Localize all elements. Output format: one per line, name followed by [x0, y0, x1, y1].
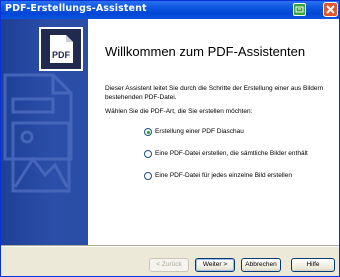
wizard-content: Willkommen zum PDF-Assistenten Dieser As… — [88, 19, 339, 245]
radio-each-image[interactable] — [144, 172, 152, 180]
radio-slideshow[interactable] — [144, 128, 152, 136]
close-icon — [326, 5, 335, 14]
cancel-button[interactable]: Abbrechen — [241, 258, 281, 272]
option-slideshow-label: Erstellung einer PDF Diaschau — [155, 128, 244, 135]
help-button[interactable]: Hilfe — [291, 258, 335, 272]
next-button[interactable]: Weiter > — [195, 258, 235, 272]
wizard-sidebar: PDF — [1, 19, 88, 245]
window-title: PDF-Erstellungs-Assistent — [5, 3, 147, 14]
radio-all-images[interactable] — [144, 150, 152, 158]
page-title: Willkommen zum PDF-Assistenten — [105, 44, 306, 59]
pdf-logo-text: PDF — [52, 50, 70, 60]
wizard-window: PDF-Erstellungs-Assistent PDF Willkommen… — [0, 0, 340, 277]
description-text: Dieser Assistent leitet Sie durch die Sc… — [105, 85, 324, 101]
green-app-icon[interactable] — [293, 3, 306, 16]
prompt-text: Wählen Sie die PDF-Art, die Sie erstelle… — [105, 108, 253, 115]
option-all-images-label: Eine PDF-Datei erstellen, die sämtliche … — [155, 150, 308, 157]
footer-divider — [1, 245, 339, 247]
back-button[interactable]: < Zurück — [149, 258, 189, 272]
title-bar[interactable]: PDF-Erstellungs-Assistent — [1, 1, 339, 19]
option-each-image-label: Eine PDF-Datei für jedes einzelne Bild e… — [155, 172, 292, 179]
pdf-logo-icon: PDF — [39, 27, 83, 71]
close-button[interactable] — [323, 2, 338, 17]
